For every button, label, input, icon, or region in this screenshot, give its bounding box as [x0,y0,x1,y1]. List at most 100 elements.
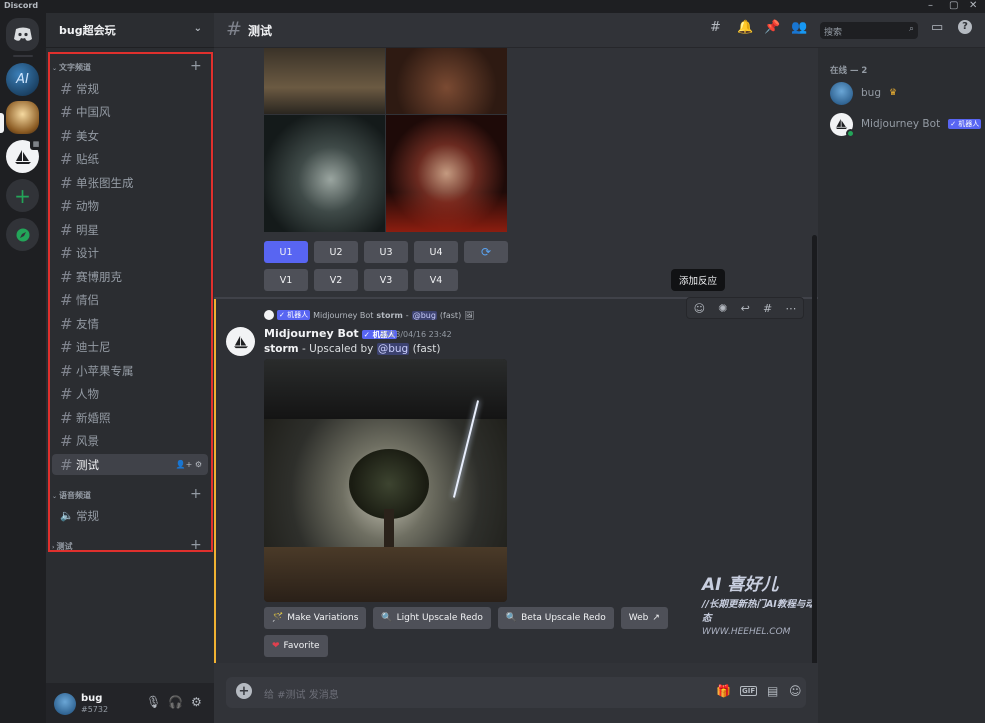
web-button[interactable]: Web ↗ [620,607,668,629]
u3-button[interactable]: U3 [364,241,408,263]
category-test[interactable]: › 测试 + [52,537,202,553]
channel-item[interactable]: # 赛博朋克 [52,266,208,287]
create-channel-plus-icon[interactable]: + [190,537,202,553]
reply-reference[interactable]: ✓ 机器人 Midjourney Bot storm - @bug (fast)… [264,310,474,320]
mention[interactable]: @bug [376,343,410,355]
search-input[interactable]: 搜索 ⌕ [820,22,918,39]
gear-icon[interactable]: ⚙ [191,695,202,709]
super-reaction-icon[interactable]: ✺ [718,302,727,315]
image-cloud-layer [264,359,507,419]
channel-label: 动物 [76,198,99,213]
discord-logo-icon [13,27,32,41]
channel-label: 设计 [76,245,99,260]
channel-label: 人物 [76,386,99,401]
v1-button[interactable]: V1 [264,269,308,291]
message-author[interactable]: Midjourney Bot ✓ 机器人 [264,327,398,340]
v2-button[interactable]: V2 [314,269,358,291]
channel-item[interactable]: # 美女 [52,125,208,146]
avatar[interactable] [54,693,76,715]
upscaled-image[interactable] [264,359,507,602]
create-channel-plus-icon[interactable]: + [190,486,202,502]
channel-item[interactable]: # 动物 [52,195,208,216]
threads-icon[interactable]: # [710,20,721,35]
channel-item[interactable]: # 单张图生成 [52,172,208,193]
reroll-button[interactable]: ⟳ [464,241,508,263]
channel-label: 新婚照 [76,410,111,425]
member-item[interactable]: Midjourney Bot ✓ 机器人 [830,111,982,138]
server-header[interactable]: bug超会玩 ⌄ [46,13,214,48]
server-bug[interactable] [6,101,39,134]
favorite-button[interactable]: ❤ Favorite [264,635,328,657]
close-button[interactable]: ✕ [969,0,977,12]
image-grid[interactable] [264,48,507,232]
reply-icon[interactable]: ↩ [741,302,750,315]
maximize-button[interactable]: ▢ [949,0,958,12]
message-actions-bar: ☺ ✺ ↩ # ⋯ [686,297,804,319]
channel-item[interactable]: # 情侣 [52,289,208,310]
channel-item[interactable]: # 风景 [52,430,208,451]
emoji-icon[interactable]: ☺ [789,684,802,698]
mention[interactable]: @bug [411,310,437,320]
sticker-icon[interactable]: ▤ [767,684,778,698]
bell-icon[interactable]: 🔔 [737,20,753,35]
server-ai[interactable]: AI [6,63,39,96]
inbox-icon[interactable]: ▭ [931,20,943,35]
sailboat-icon [233,335,248,348]
channel-item[interactable]: # 友情 [52,313,208,334]
headphones-deafened-icon[interactable]: 🎧 [168,695,183,709]
u2-button[interactable]: U2 [314,241,358,263]
channel-item[interactable]: # 小苹果专属 [52,360,208,381]
home-button[interactable] [6,18,39,51]
channel-item[interactable]: # 新婚照 [52,407,208,428]
channel-item[interactable]: # 中国风 [52,101,208,122]
help-icon[interactable]: ? [958,20,972,34]
voice-channel-item[interactable]: 🔈 常规 [52,505,208,526]
channel-item[interactable]: # 常规 [52,78,208,99]
channel-item[interactable]: # 明星 [52,219,208,240]
avatar[interactable] [226,327,255,356]
category-text-channels[interactable]: ⌄ 文字频道 + [52,58,202,74]
scrollbar[interactable] [812,235,817,675]
gif-icon[interactable]: GIF [740,686,758,696]
add-reaction-icon[interactable]: ☺ [694,302,705,315]
member-list-icon[interactable]: 👥 [791,20,807,35]
category-voice-channels[interactable]: ⌄ 语音频道 + [52,486,202,502]
hash-icon: # [60,243,73,262]
channel-item[interactable]: # 人物 [52,383,208,404]
light-upscale-redo-button[interactable]: 🔍 Light Upscale Redo [373,607,491,629]
create-channel-plus-icon[interactable]: + [190,58,202,74]
composer-area: + 给 #测试 发消息 🎁 GIF ▤ ☺ [214,663,818,723]
grid-image-1[interactable] [264,48,385,114]
more-options-icon[interactable]: ⋯ [785,302,796,315]
member-item[interactable]: bug ♛ [830,80,897,106]
channel-item-active[interactable]: # 测试 👤+ ⚙ [52,454,208,475]
gear-icon[interactable]: ⚙ [195,460,202,469]
image-ground [264,547,507,602]
v3-button[interactable]: V3 [364,269,408,291]
grid-image-3[interactable] [264,115,385,232]
grid-image-4[interactable] [386,115,507,232]
hash-icon: # [60,384,73,403]
channel-item[interactable]: # 贴纸 [52,148,208,169]
u1-button[interactable]: U1 [264,241,308,263]
minimize-button[interactable]: – [928,0,933,12]
favorite-row: ❤ Favorite [264,635,328,657]
server-midjourney[interactable]: ▦ [6,138,42,173]
v4-button[interactable]: V4 [414,269,458,291]
pin-icon[interactable]: 📌 [764,20,780,35]
channel-item[interactable]: # 迪士尼 [52,336,208,357]
gift-icon[interactable]: 🎁 [716,684,731,698]
beta-upscale-redo-button[interactable]: 🔍 Beta Upscale Redo [497,607,614,629]
member-name: Midjourney Bot [861,118,941,130]
u4-button[interactable]: U4 [414,241,458,263]
add-server-button[interactable]: + [6,179,39,212]
explore-servers-button[interactable] [6,218,39,251]
attach-plus-icon[interactable]: + [236,683,252,699]
message-input[interactable]: + 给 #测试 发消息 🎁 GIF ▤ ☺ [226,677,806,708]
invite-user-icon[interactable]: 👤+ [176,460,193,469]
channel-item[interactable]: # 设计 [52,242,208,263]
create-thread-icon[interactable]: # [763,302,772,315]
grid-image-2[interactable] [386,48,507,114]
microphone-muted-icon[interactable]: 🎙 [146,695,161,709]
make-variations-button[interactable]: 🪄 Make Variations [264,607,367,629]
